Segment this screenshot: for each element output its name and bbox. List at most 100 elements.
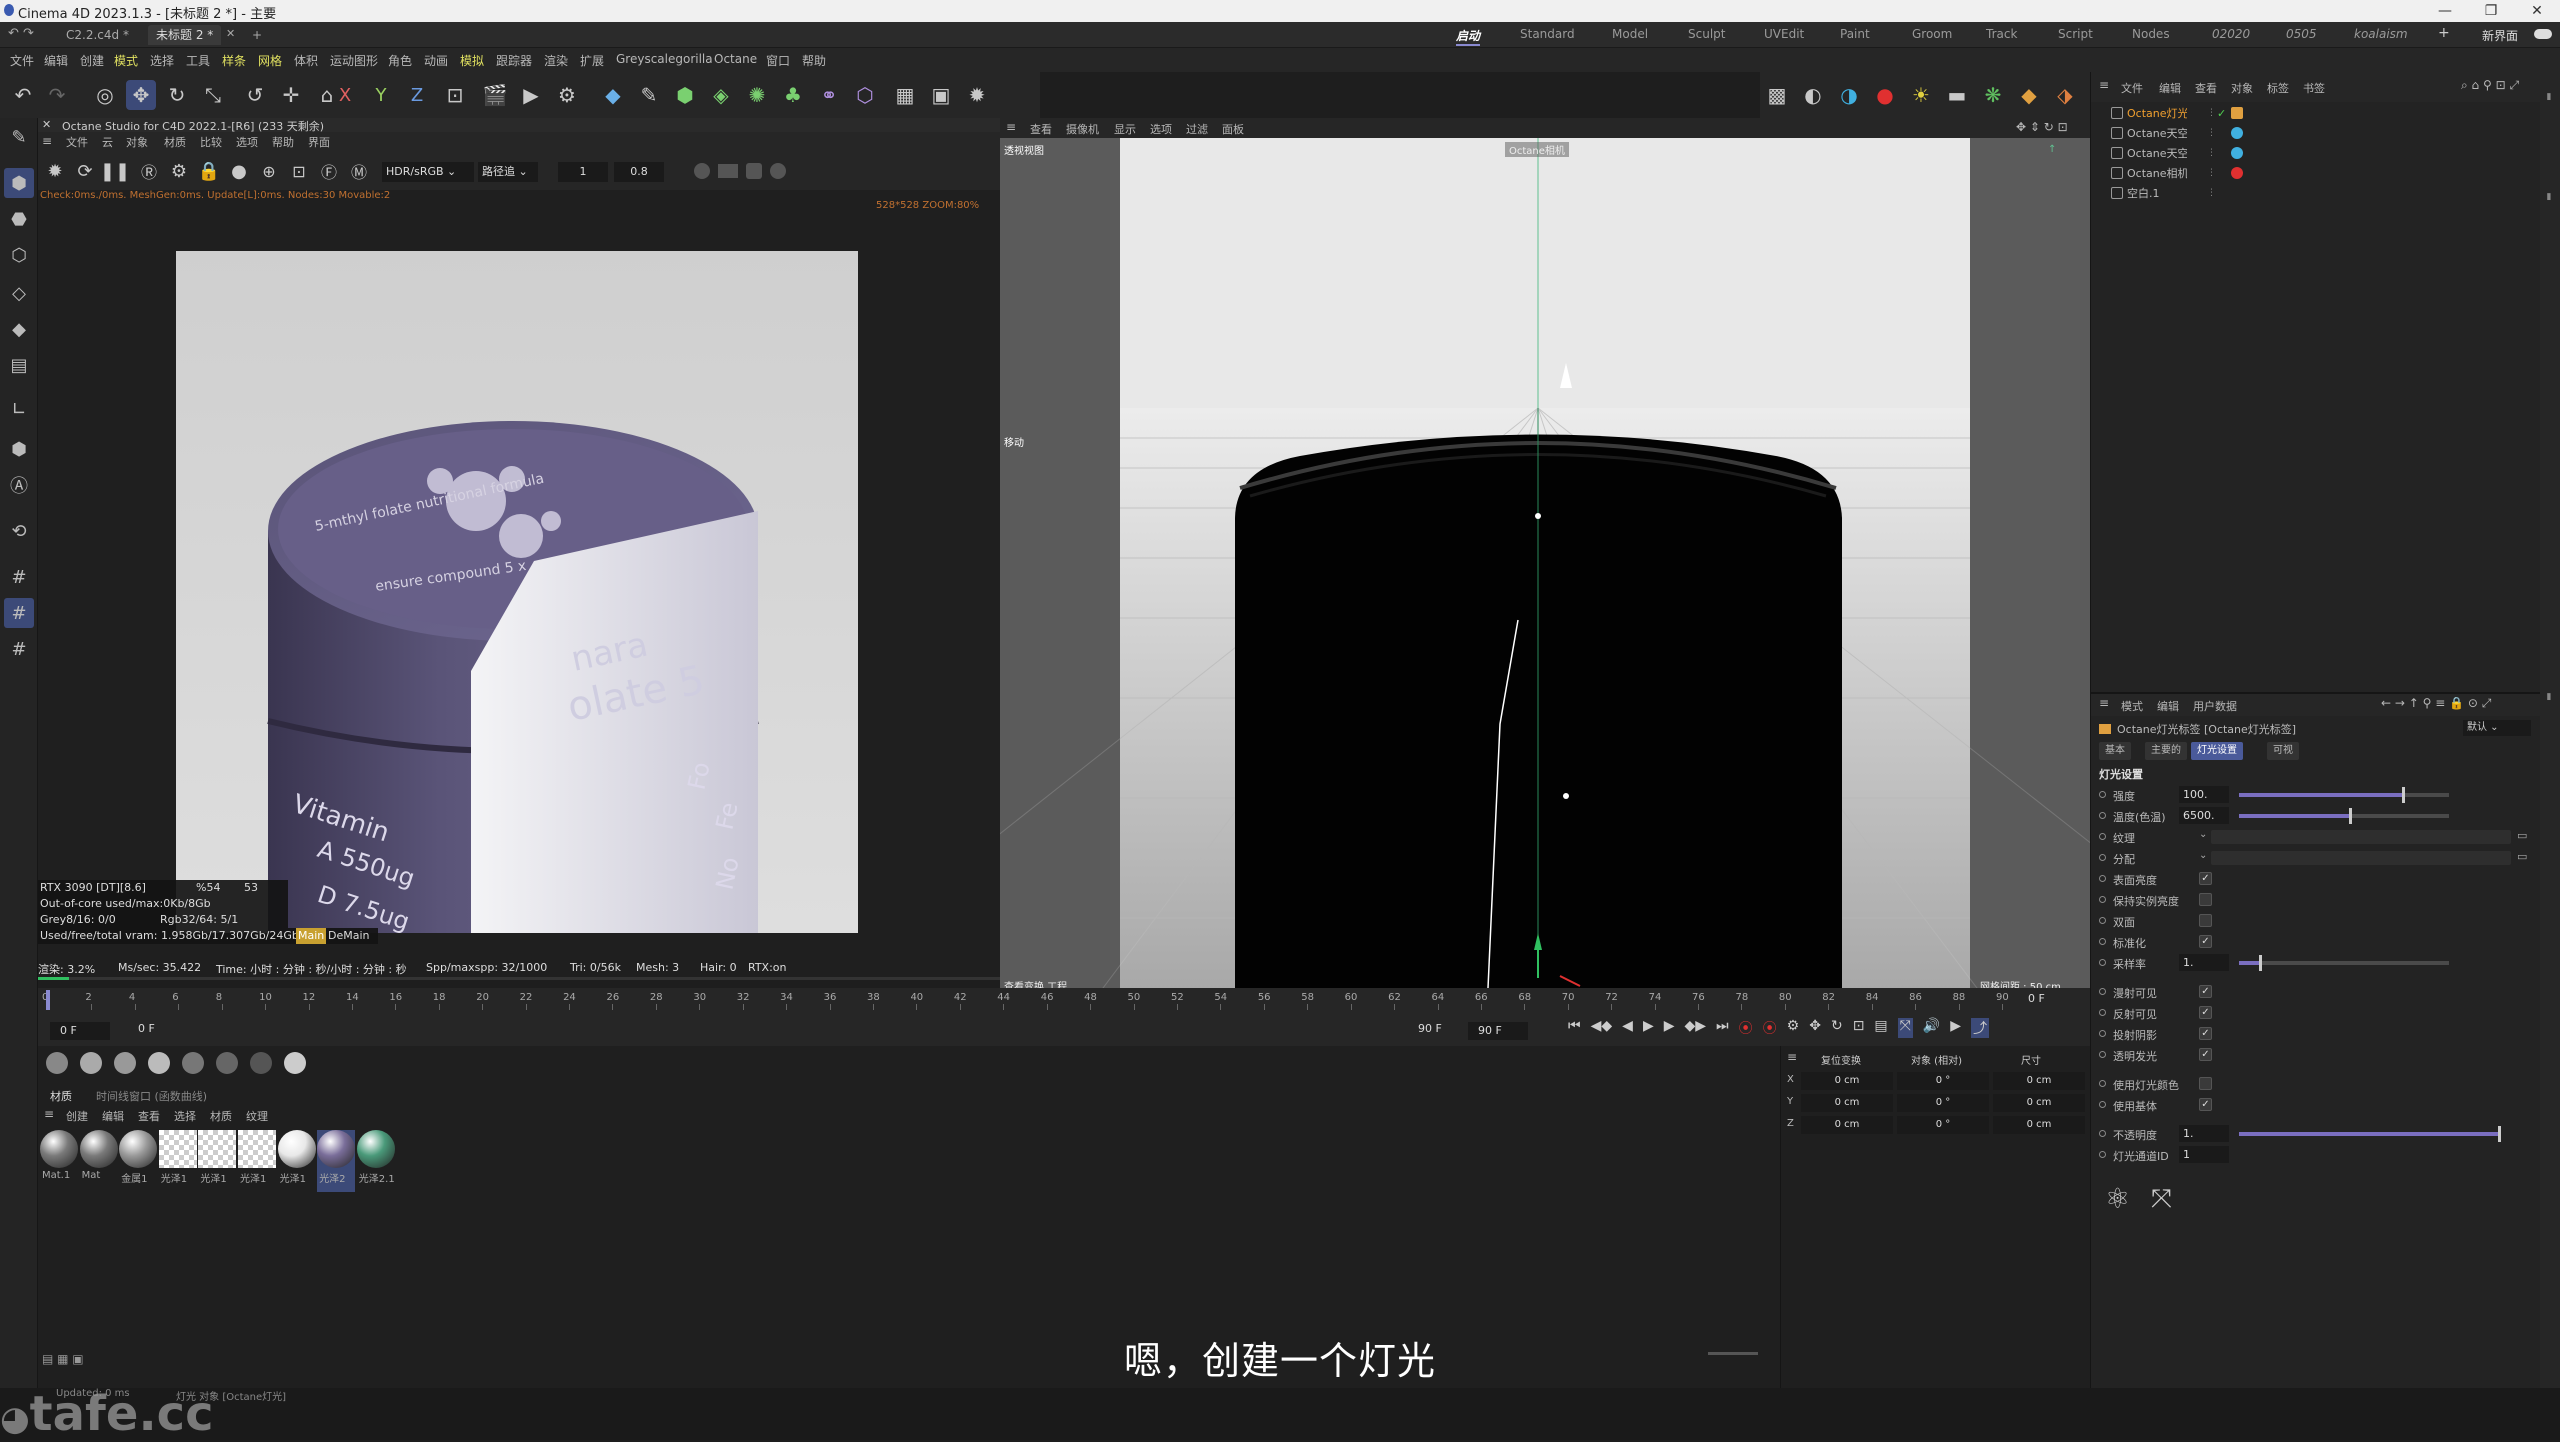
object-visibility-icon[interactable]: ⋮ <box>2207 148 2216 158</box>
menu-render[interactable]: 渲染 <box>544 52 568 69</box>
rv-menu-interface[interactable]: 界面 <box>308 134 330 150</box>
object-row[interactable]: Octane天空 ⋮ <box>2111 144 2541 162</box>
kernel-select[interactable]: 路径追 ⌄ <box>478 162 538 182</box>
attr-keyframe-icon[interactable] <box>2099 1009 2106 1016</box>
menu-tracker[interactable]: 跟踪器 <box>496 52 532 69</box>
preset-sphere-icon[interactable] <box>770 163 786 179</box>
attr-keyframe-icon[interactable] <box>2099 917 2106 924</box>
deformer-icon[interactable]: ✺ <box>742 80 772 110</box>
pick-focus-icon[interactable]: ⊕ <box>254 156 284 186</box>
field-icon[interactable]: ♣ <box>778 80 808 110</box>
side-tab-3[interactable]: ▮ <box>2544 692 2554 702</box>
rv-menu-objects[interactable]: 对象 <box>126 134 148 150</box>
object-visibility-icon[interactable]: ⋮ <box>2207 188 2216 198</box>
render-image[interactable]: 5-mthyl folate nutritional formula ensur… <box>176 251 858 933</box>
live-select-icon[interactable]: ◎ <box>90 80 120 110</box>
exposure-input[interactable]: 1 <box>558 162 608 182</box>
redo-icon[interactable]: ↷ <box>42 80 72 110</box>
pause-render-icon[interactable]: ❚❚ <box>100 156 130 186</box>
axis-y-icon[interactable]: Y <box>366 80 396 110</box>
pen-spline-icon[interactable]: ✎ <box>634 80 664 110</box>
coord-size-select[interactable]: 尺寸 <box>2021 1052 2041 1067</box>
attr-keyframe-icon[interactable] <box>2099 1030 2106 1037</box>
vp-menu-options[interactable]: 选项 <box>1150 121 1172 137</box>
vp-menu-filter[interactable]: 过滤 <box>1186 121 1208 137</box>
layout-nodes[interactable]: Nodes <box>2132 27 2170 41</box>
color-space-select[interactable]: HDR/sRGB ⌄ <box>382 162 474 182</box>
undo-icon[interactable]: ↶ <box>8 80 38 110</box>
transform-tool-icon[interactable]: ✛ <box>276 80 306 110</box>
fcurve-icon[interactable]: ⤴ <box>1971 1018 1990 1038</box>
coord-hamburger-icon[interactable]: ≡ <box>1787 1050 1797 1064</box>
attr-keyframe-icon[interactable] <box>2099 1051 2106 1058</box>
object-visibility-icon[interactable]: ⋮ <box>2207 108 2216 118</box>
menu-tools[interactable]: 工具 <box>186 52 210 69</box>
menu-octane[interactable]: Octane <box>714 52 757 66</box>
om-menu-object[interactable]: 对象 <box>2231 80 2253 96</box>
rv-settings-icon[interactable]: ⚙ <box>164 156 194 186</box>
menu-help[interactable]: 帮助 <box>802 52 826 69</box>
attr-slider[interactable] <box>2239 808 2449 824</box>
start-frame-field[interactable]: 0 F <box>138 1022 155 1035</box>
attr-slider-knob[interactable] <box>2498 1126 2501 1142</box>
close-icon[interactable]: ✕ <box>2514 0 2560 22</box>
end-frame-field[interactable]: 90 F <box>1468 1022 1528 1040</box>
go-end-icon[interactable]: ⏭ <box>1716 1018 1729 1038</box>
om-search-icons[interactable]: ⌕ ⌂ ⚲ ⊡ ⤢ <box>2461 78 2519 93</box>
object-visibility-icon[interactable]: ⋮ <box>2207 128 2216 138</box>
object-tag-icon[interactable] <box>2231 107 2243 119</box>
octane-scatter-icon[interactable]: ❋ <box>1978 80 2008 110</box>
object-tag-icon[interactable] <box>2231 147 2243 159</box>
octane-record-icon[interactable]: ● <box>1870 80 1900 110</box>
object-tag-icon[interactable] <box>2231 127 2243 139</box>
side-tab-1[interactable]: ▮ <box>2544 92 2554 102</box>
om-menu-view[interactable]: 查看 <box>2195 80 2217 96</box>
attr-slider-knob[interactable] <box>2259 955 2262 971</box>
minimize-icon[interactable]: — <box>2422 0 2468 22</box>
key-pla-icon[interactable]: ⤧ <box>1897 1018 1913 1038</box>
coord-position-field[interactable]: 0 cm <box>1801 1094 1893 1112</box>
attr-checkbox[interactable]: ✓ <box>2199 1006 2212 1019</box>
recent-tool-icon[interactable]: ↺ <box>240 80 270 110</box>
material-swatch[interactable]: 光泽1 <box>277 1130 316 1192</box>
attr-texture-folder-icon[interactable]: ▭ <box>2517 850 2527 863</box>
pick-material-m-icon[interactable]: Ⓜ <box>344 156 374 186</box>
attr-checkbox[interactable]: ✓ <box>2199 872 2212 885</box>
prev-frame-icon[interactable]: ◀ <box>1622 1018 1633 1038</box>
snap-icon[interactable]: ⬢ <box>4 434 34 464</box>
attr-checkbox[interactable] <box>2199 893 2212 906</box>
viewport-camera-icon[interactable]: ▣ <box>926 80 956 110</box>
rotate-tool-icon[interactable]: ↻ <box>162 80 192 110</box>
coord-size-field[interactable]: 0 cm <box>1993 1094 2085 1112</box>
menu-spline[interactable]: 样条 <box>222 52 246 69</box>
coord-size-field[interactable]: 0 cm <box>1993 1072 2085 1090</box>
attr-checkbox[interactable] <box>2199 1077 2212 1090</box>
vp-hamburger-icon[interactable]: ≡ <box>1006 120 1016 134</box>
menu-select[interactable]: 选择 <box>150 52 174 69</box>
attr-texture-slot[interactable] <box>2211 851 2511 865</box>
close-panel-icon[interactable]: ✕ <box>42 118 51 131</box>
layout-koalaism[interactable]: koalaism <box>2354 27 2408 41</box>
menu-animation[interactable]: 动画 <box>424 52 448 69</box>
attr-slider[interactable] <box>2239 955 2449 971</box>
light-link-icon[interactable]: ⤧ <box>2151 1184 2172 1215</box>
attr-keyframe-icon[interactable] <box>2099 1130 2106 1137</box>
pick-material-icon[interactable]: ⊡ <box>284 156 314 186</box>
attr-keyframe-icon[interactable] <box>2099 812 2106 819</box>
planar-workplane-icon[interactable]: # <box>4 634 34 664</box>
keyframe-settings-icon[interactable]: ⚙ <box>1787 1018 1800 1038</box>
coord-rotation-field[interactable]: 0 ° <box>1897 1072 1989 1090</box>
attr-keyframe-icon[interactable] <box>2099 1101 2106 1108</box>
key-rot-icon[interactable]: ↻ <box>1831 1018 1843 1038</box>
coord-reset-button[interactable]: 复位变换 <box>1821 1052 1861 1067</box>
attr-number-field[interactable]: 1. <box>2179 954 2229 971</box>
object-tag-icon[interactable] <box>2231 167 2243 179</box>
attr-keyframe-icon[interactable] <box>2099 833 2106 840</box>
coord-position-field[interactable]: 0 cm <box>1801 1116 1893 1134</box>
material-swatch[interactable]: Mat <box>79 1130 118 1192</box>
layout-track[interactable]: Track <box>1986 27 2017 41</box>
rv-menu-file[interactable]: 文件 <box>66 134 88 150</box>
viewport-canvas[interactable]: 透视视图 Octane相机 移动 查看变换 工程 网格间距 : 50 cm ↑ <box>1000 138 2090 992</box>
render-settings-icon[interactable]: ⚙ <box>552 80 582 110</box>
side-tab-2[interactable]: ▮ <box>2544 192 2554 202</box>
